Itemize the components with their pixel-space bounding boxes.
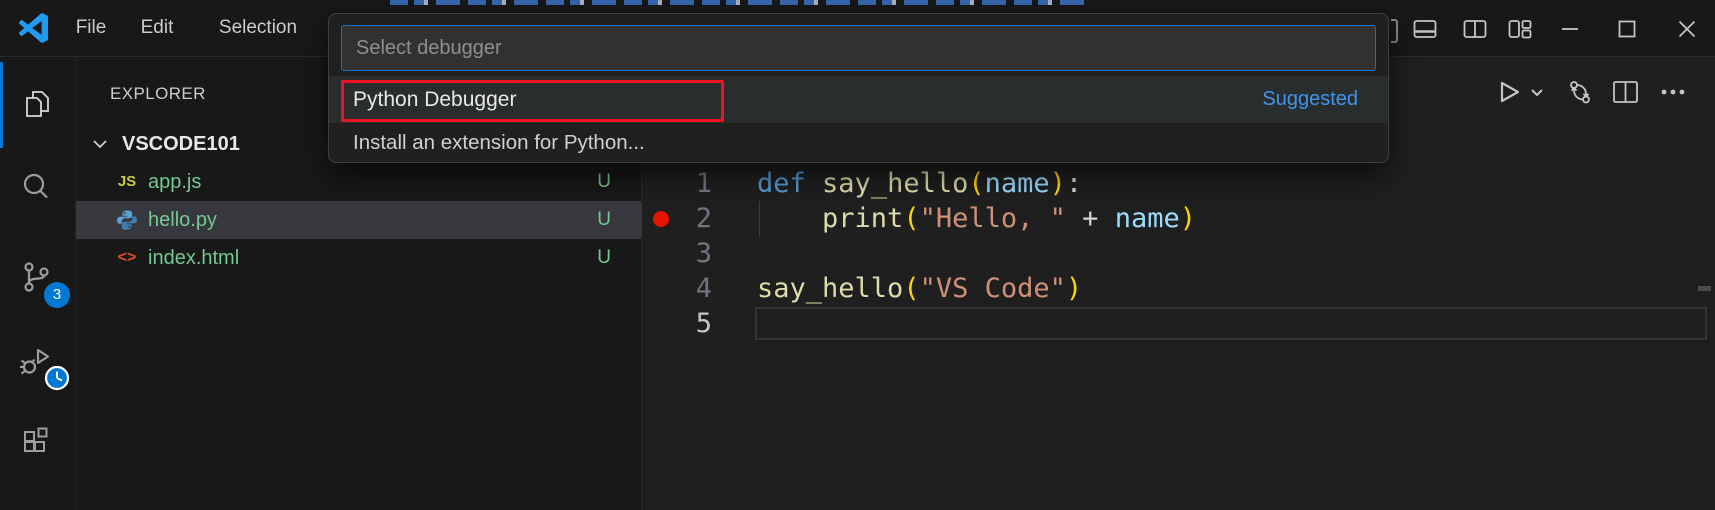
folder-name: VSCODE101 <box>122 125 240 163</box>
line-number-active: 5 <box>642 306 712 341</box>
activity-bar: 3 <box>0 57 75 510</box>
menu-edit[interactable]: Edit <box>136 0 178 56</box>
active-view-indicator <box>0 62 3 148</box>
search-icon[interactable] <box>17 168 57 208</box>
file-name: app.js <box>148 163 201 201</box>
code-line[interactable]: say_hello("VS Code") <box>757 271 1082 306</box>
quickpick-item-install-extension[interactable]: Install an extension for Python... <box>329 123 1388 164</box>
line-number: 1 <box>642 166 712 201</box>
code-line[interactable]: print("Hello, " + name) <box>757 201 1196 236</box>
minimize-icon[interactable] <box>1556 15 1584 43</box>
overview-ruler-mark <box>1698 286 1711 291</box>
quickpick-panel: Python Debugger Suggested Install an ext… <box>328 13 1389 163</box>
toggle-panel-icon[interactable] <box>1411 15 1439 43</box>
git-status-badge: U <box>597 239 611 277</box>
js-file-icon: JS <box>114 163 140 201</box>
file-row-indexhtml[interactable]: <> index.html U <box>76 239 643 277</box>
sidebar-title: EXPLORER <box>110 84 206 104</box>
quickpick-input[interactable] <box>342 26 1375 70</box>
line-number: 4 <box>642 271 712 306</box>
current-line-highlight <box>755 307 1707 340</box>
clipped-window-title-text <box>390 0 1090 5</box>
close-icon[interactable] <box>1673 15 1701 43</box>
git-status-badge: U <box>597 201 611 239</box>
file-row-appjs[interactable]: JS app.js U <box>76 163 643 201</box>
html-file-icon: <> <box>114 239 140 277</box>
toggle-primary-sidebar-icon[interactable] <box>1391 19 1398 43</box>
chevron-down-icon <box>92 138 108 150</box>
quickpick-input-box <box>341 25 1376 71</box>
file-name: hello.py <box>148 201 217 239</box>
menu-selection[interactable]: Selection <box>200 0 316 56</box>
menu-file[interactable]: File <box>70 0 112 56</box>
quickpick-item-label: Install an extension for Python... <box>353 123 645 164</box>
maximize-icon[interactable] <box>1613 15 1641 43</box>
run-dropdown-icon[interactable] <box>1527 77 1547 107</box>
code-line[interactable]: def say_hello(name): <box>757 166 1082 201</box>
debug-pending-clock-badge <box>42 363 72 393</box>
suggested-badge: Suggested <box>1262 76 1358 123</box>
open-changes-icon[interactable] <box>1565 77 1595 107</box>
git-status-badge: U <box>597 163 611 201</box>
line-number: 3 <box>642 236 712 271</box>
file-row-hellopy[interactable]: hello.py U <box>76 201 643 239</box>
split-editor-icon[interactable] <box>1610 77 1640 107</box>
customize-layout-icon[interactable] <box>1506 15 1534 43</box>
line-number: 2 <box>642 201 712 236</box>
extensions-icon[interactable] <box>17 420 57 460</box>
red-annotation-box <box>341 80 724 122</box>
toggle-secondary-sidebar-icon[interactable] <box>1461 15 1489 43</box>
vscode-window: File Edit Selection <box>0 0 1715 510</box>
explorer-icon[interactable] <box>17 85 57 125</box>
run-icon[interactable] <box>1494 77 1524 107</box>
file-name: index.html <box>148 239 239 277</box>
vscode-logo-icon <box>18 13 48 43</box>
python-file-icon <box>114 201 140 239</box>
more-actions-icon[interactable] <box>1658 77 1688 107</box>
source-control-badge: 3 <box>42 280 72 310</box>
